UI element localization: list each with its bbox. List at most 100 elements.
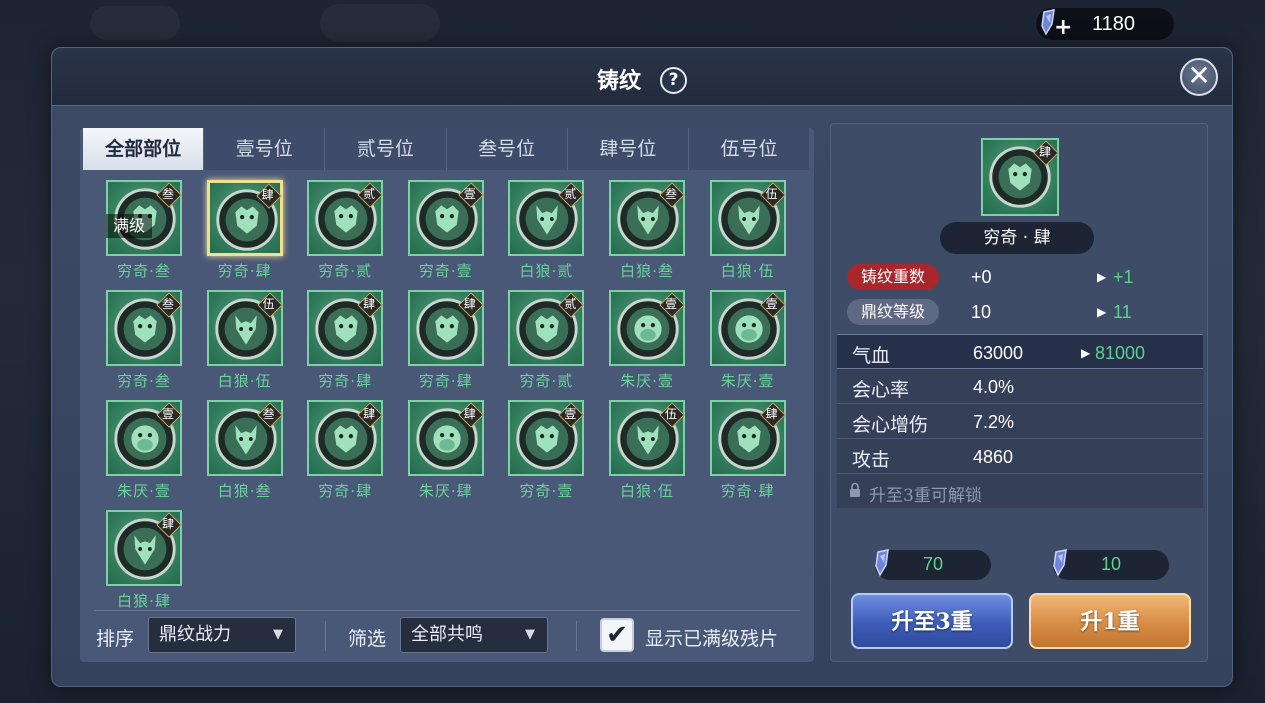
fragment-item[interactable]: 贰穷奇·贰 <box>482 280 585 400</box>
tab-position-3[interactable]: 叁号位 <box>446 128 568 170</box>
upgrade-1-button[interactable]: 升1重 <box>1029 593 1191 649</box>
cost-upgrade3: 70 <box>875 549 991 580</box>
arrow-right-icon: ▶ <box>1097 305 1107 319</box>
fragment-slot[interactable]: 伍 <box>206 290 283 366</box>
add-currency-icon[interactable]: + <box>1054 17 1072 39</box>
fragment-slot[interactable]: 肆 <box>709 400 786 476</box>
show-maxed-checkbox[interactable]: ✔ <box>600 618 634 652</box>
fragment-item[interactable]: 叁满级 穷奇·叁 <box>80 170 182 290</box>
position-badge: 叁 <box>157 183 179 205</box>
fragment-slot[interactable]: 叁 <box>106 290 182 366</box>
fragment-item[interactable]: 伍白狼·伍 <box>684 170 786 290</box>
fragment-item[interactable]: 肆白狼·肆 <box>80 500 182 608</box>
fragment-item[interactable]: 肆朱厌·肆 <box>382 390 484 510</box>
fragment-slot[interactable]: 肆 <box>206 180 283 256</box>
stat-row-attack: 攻击 4860 <box>837 439 1203 474</box>
chevron-down-icon: ▼ <box>525 627 535 642</box>
fragment-item[interactable]: 叁白狼·叁 <box>181 390 283 510</box>
fragment-item[interactable]: 壹穷奇·壹 <box>482 390 585 510</box>
fragment-item[interactable]: 贰穷奇·贰 <box>281 170 384 290</box>
fragment-slot[interactable]: 壹 <box>709 290 786 366</box>
position-badge: 叁 <box>157 293 179 315</box>
position-badge: 壹 <box>761 293 783 315</box>
fragment-slot[interactable]: 壹 <box>508 400 585 476</box>
position-badge: 伍 <box>761 183 783 205</box>
fragment-slot[interactable]: 贰 <box>508 180 585 256</box>
fragment-item[interactable]: 壹朱厌·壹 <box>684 280 786 400</box>
position-badge: 贰 <box>559 293 581 315</box>
stat-value: 63000 <box>973 343 1024 363</box>
fragment-slot[interactable]: 肆 <box>407 400 484 476</box>
tab-position-1[interactable]: 壹号位 <box>204 128 326 170</box>
fragment-name: 穷奇·叁 <box>117 262 171 280</box>
fragment-slot[interactable]: 壹 <box>407 180 484 256</box>
lock-icon <box>850 482 860 497</box>
fragment-item[interactable]: 叁穷奇·叁 <box>80 280 182 400</box>
fragment-name: 白狼·贰 <box>519 262 574 280</box>
position-badge: 壹 <box>157 403 179 425</box>
position-badge: 贰 <box>358 183 380 205</box>
tab-position-4[interactable]: 肆号位 <box>567 128 689 170</box>
fragment-item[interactable]: 伍白狼·伍 <box>583 390 685 510</box>
chevron-down-icon: ▼ <box>273 627 283 642</box>
fragment-slot[interactable]: 叁 <box>609 180 685 256</box>
fragment-name: 白狼·叁 <box>620 262 674 280</box>
fragment-item[interactable]: 叁白狼·叁 <box>583 170 685 290</box>
fragment-slot[interactable]: 肆 <box>307 400 384 476</box>
sort-dropdown[interactable]: 鼎纹战力 ▼ <box>148 617 296 653</box>
tab-position-2[interactable]: 贰号位 <box>325 128 447 170</box>
fragment-name: 穷奇·肆 <box>720 482 775 500</box>
show-maxed-label[interactable]: 显示已满级残片 <box>645 624 778 651</box>
stat-row-hp: 气血 63000 ▶ 81000 <box>837 334 1203 369</box>
fragment-item[interactable]: 壹朱厌·壹 <box>583 280 685 400</box>
stat-name: 攻击 <box>852 449 891 471</box>
fragment-slot[interactable]: 伍 <box>609 400 685 476</box>
fragment-item[interactable]: 伍白狼·伍 <box>181 280 283 400</box>
fragment-item[interactable]: 肆穷奇·肆 <box>684 390 786 510</box>
position-badge: 肆 <box>459 403 481 425</box>
tab-all-positions[interactable]: 全部部位 <box>83 128 205 170</box>
unlock-hint: 升至3重可解锁 <box>869 486 982 506</box>
position-badge: 肆 <box>358 293 380 315</box>
fragment-slot[interactable]: 肆 <box>407 290 484 366</box>
stat-value: 7.2% <box>973 412 1015 432</box>
fragment-item[interactable]: 肆穷奇·肆 <box>382 280 484 400</box>
fragment-slot[interactable]: 伍 <box>709 180 786 256</box>
fragment-item[interactable]: 壹朱厌·壹 <box>80 390 182 510</box>
stat-name: 会心增伤 <box>852 414 929 436</box>
fragment-item[interactable]: 肆穷奇·肆 <box>181 170 283 290</box>
help-icon[interactable]: ? <box>660 67 687 94</box>
close-button[interactable]: ✕ <box>1180 58 1218 96</box>
position-badge: 壹 <box>660 293 682 315</box>
fragment-name: 穷奇·肆 <box>318 372 373 390</box>
rune-forge-dialog: 铸纹 ? ✕ 全部部位 壹号位 贰号位 叁号位 肆号位 伍号位 叁满级 穷奇·叁肆… <box>51 47 1233 687</box>
list-controls: 排序 鼎纹战力 ▼ 筛选 全部共鸣 ▼ ✔ 显示已满级残片 <box>80 611 814 662</box>
position-badge: 肆 <box>459 293 481 315</box>
fragment-slot[interactable]: 肆 <box>307 290 384 366</box>
fragment-grid: 叁满级 穷奇·叁肆穷奇·肆贰穷奇·贰壹穷奇·壹贰白狼·贰叁白狼·叁伍白狼·伍叁穷奇… <box>80 170 814 608</box>
stat-name: 气血 <box>852 345 891 367</box>
fragment-item[interactable]: 壹穷奇·壹 <box>382 170 484 290</box>
fragment-slot[interactable]: 叁 <box>206 400 283 476</box>
fragment-item[interactable]: 贰白狼·贰 <box>482 170 585 290</box>
fragment-slot[interactable]: 壹 <box>106 400 182 476</box>
currency-amount: 1180 <box>1092 13 1136 35</box>
background-decoration <box>320 4 440 42</box>
fragment-name: 朱厌·壹 <box>117 482 171 500</box>
fragment-list-pane: 全部部位 壹号位 贰号位 叁号位 肆号位 伍号位 叁满级 穷奇·叁肆穷奇·肆贰穷奇… <box>80 128 814 662</box>
currency-display[interactable]: + 1180 <box>1036 8 1174 40</box>
fragment-slot[interactable]: 肆 <box>106 510 182 586</box>
fragment-slot[interactable]: 壹 <box>609 290 685 366</box>
dialog-titlebar: 铸纹 ? ✕ <box>52 48 1232 106</box>
fragment-item[interactable]: 肆穷奇·肆 <box>281 390 384 510</box>
fragment-slot[interactable]: 贰 <box>508 290 585 366</box>
tab-position-5[interactable]: 伍号位 <box>688 128 810 170</box>
fragment-name: 穷奇·贰 <box>318 262 373 280</box>
fragment-slot[interactable]: 贰 <box>307 180 384 256</box>
filter-dropdown[interactable]: 全部共鸣 ▼ <box>400 617 548 653</box>
fragment-item[interactable]: 肆穷奇·肆 <box>281 280 384 400</box>
upgrade-to-3-button[interactable]: 升至3重 <box>851 593 1013 649</box>
stat-value: 4.0% <box>973 377 1015 397</box>
forge-tier-value: +0 <box>971 267 992 287</box>
locked-stat-row: 升至3重可解锁 <box>837 474 1203 508</box>
